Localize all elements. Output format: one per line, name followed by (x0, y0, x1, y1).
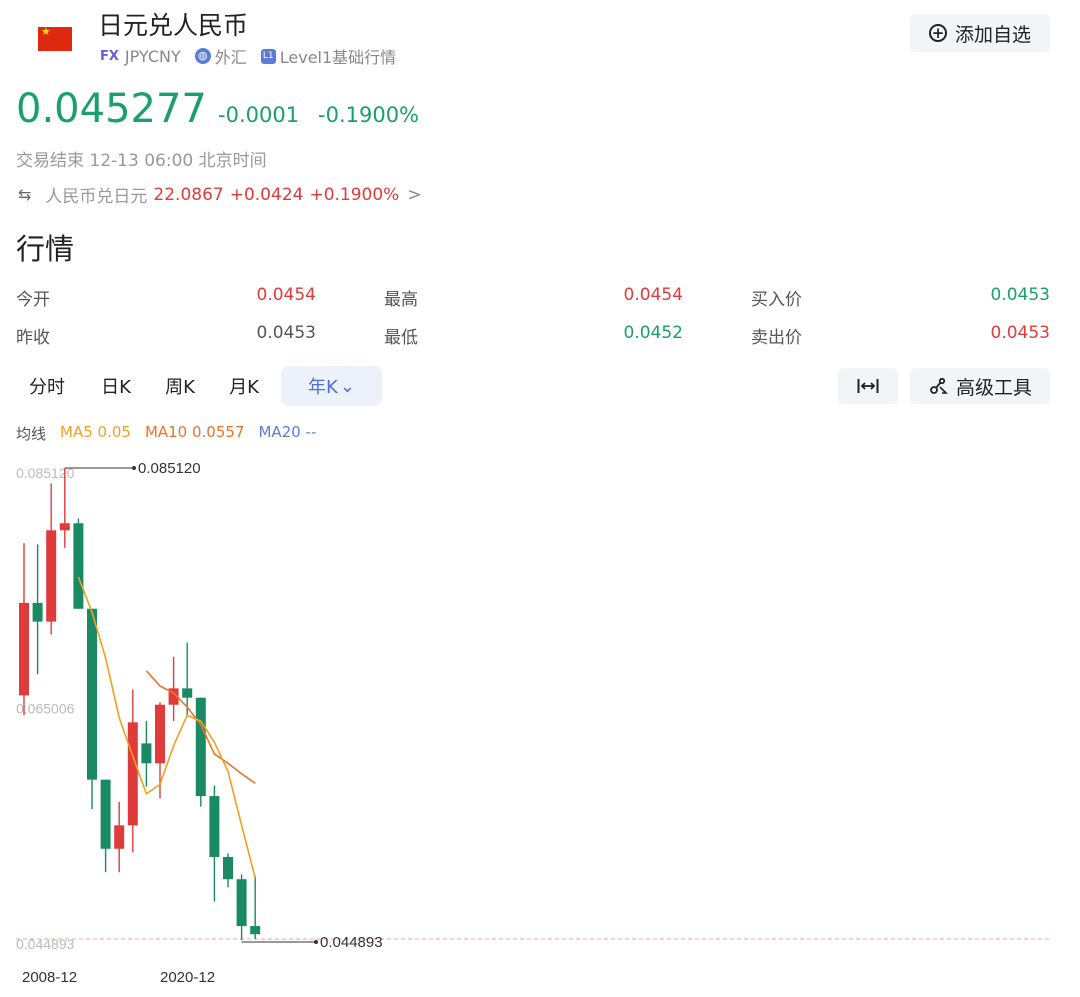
candle-body (59, 523, 70, 531)
level-label: Level1基础行情 (279, 48, 397, 67)
ask-label: 卖出价 (751, 328, 802, 348)
x-axis-label: 2020-12 (160, 969, 215, 986)
y-axis-label: 0.044893 (16, 936, 75, 952)
bid-label: 买入价 (751, 290, 802, 310)
y-axis-label: 0.085120 (16, 465, 75, 481)
high-value: 0.0454 (623, 285, 683, 305)
draw-tool-icon (930, 377, 948, 394)
low-value: 0.0452 (623, 323, 683, 343)
section-title: 行情 (16, 232, 75, 266)
tab-intraday[interactable]: 分时 (16, 366, 78, 406)
candle-body (46, 530, 57, 622)
add-watchlist-label: 添加自选 (954, 23, 1031, 46)
reverse-pair-link[interactable]: ⇆ 人民币兑日元 22.0867 +0.0424 +0.1900% > (18, 182, 422, 208)
max-marker-dot (132, 466, 136, 470)
level1-badge-icon: L1 (260, 48, 276, 64)
candle-body (127, 722, 138, 826)
trading-status: 交易结束 12-13 06:00 北京时间 (16, 151, 267, 171)
candle-body (209, 796, 220, 857)
add-watchlist-button[interactable]: + 添加自选 (910, 14, 1050, 52)
symbol-code: JPYCNY (124, 46, 181, 66)
ask-value: 0.0453 (990, 323, 1050, 343)
candle-body (32, 602, 43, 622)
fit-width-icon (857, 379, 879, 393)
reverse-price: 22.0867 (153, 184, 224, 205)
max-marker-label: 0.085120 (138, 460, 201, 477)
tab-year-k[interactable]: 年K ⌄ (281, 366, 382, 406)
candle-body (114, 825, 125, 849)
plus-circle-icon: + (928, 24, 947, 42)
min-marker-dot (314, 940, 318, 944)
candle-body (223, 856, 233, 880)
tab-day-k[interactable]: 日K (88, 366, 144, 406)
fx-badge-icon: FX (100, 48, 119, 64)
page-title: 日元兑人民币 (98, 11, 249, 40)
ma-legend-label: 均线 (16, 425, 47, 443)
price-change: -0.0001 (218, 103, 300, 127)
prev-close-value: 0.0453 (256, 323, 316, 343)
kline-chart[interactable]: 0.085120 0.065006 0.044893 0.085120 0.044893… (0, 450, 1080, 995)
market-label: 外汇 (214, 48, 247, 67)
candle-body (236, 879, 247, 927)
fit-width-button[interactable] (838, 368, 898, 404)
open-label: 今开 (16, 290, 50, 310)
prev-close-label: 昨收 (16, 328, 50, 348)
swap-icon: ⇆ (18, 185, 32, 204)
globe-icon: ◍ (194, 48, 211, 64)
candle-body (100, 779, 111, 849)
price-change-pct: -0.1900% (318, 103, 420, 127)
open-value: 0.0454 (256, 285, 316, 305)
y-axis-label: 0.065006 (16, 701, 75, 717)
candle-body (195, 697, 206, 797)
reverse-change: +0.0424 (229, 184, 304, 205)
reverse-pair-label: 人民币兑日元 (45, 187, 148, 207)
candle-body (87, 608, 97, 780)
min-marker-label: 0.044893 (320, 934, 383, 951)
ma-legend: 均线 MA5 0.05 MA10 0.0557 MA20 -- (16, 423, 330, 444)
reverse-change-pct: +0.1900% (309, 184, 400, 205)
chevron-right-icon: > (407, 184, 422, 205)
candle-body (141, 743, 152, 764)
candle-body (155, 704, 165, 764)
low-label: 最低 (384, 328, 418, 348)
x-axis-label: 2008-12 (22, 969, 77, 986)
symbol-meta: FX JPYCNY ◍ 外汇 L1 Level1基础行情 (100, 44, 396, 68)
ma10-legend: MA10 0.0557 (144, 423, 245, 441)
tab-week-k[interactable]: 周K (152, 366, 208, 406)
candle-body (19, 602, 29, 696)
bid-value: 0.0453 (990, 285, 1050, 305)
high-label: 最高 (384, 290, 418, 310)
candle-body (250, 926, 261, 935)
candle-body (73, 523, 84, 609)
ma5-legend: MA5 0.05 (60, 423, 131, 441)
tab-year-k-label: 年K (308, 377, 338, 398)
current-price: 0.045277 (16, 86, 207, 132)
tab-month-k[interactable]: 月K (216, 366, 272, 406)
advanced-tools-label: 高级工具 (955, 376, 1032, 399)
ma20-legend: MA20 -- (258, 423, 317, 441)
chevron-down-icon: ⌄ (339, 375, 355, 397)
china-flag-icon: ★ (38, 26, 72, 51)
advanced-tools-button[interactable]: 高级工具 (910, 368, 1050, 404)
candle-body (182, 688, 193, 698)
